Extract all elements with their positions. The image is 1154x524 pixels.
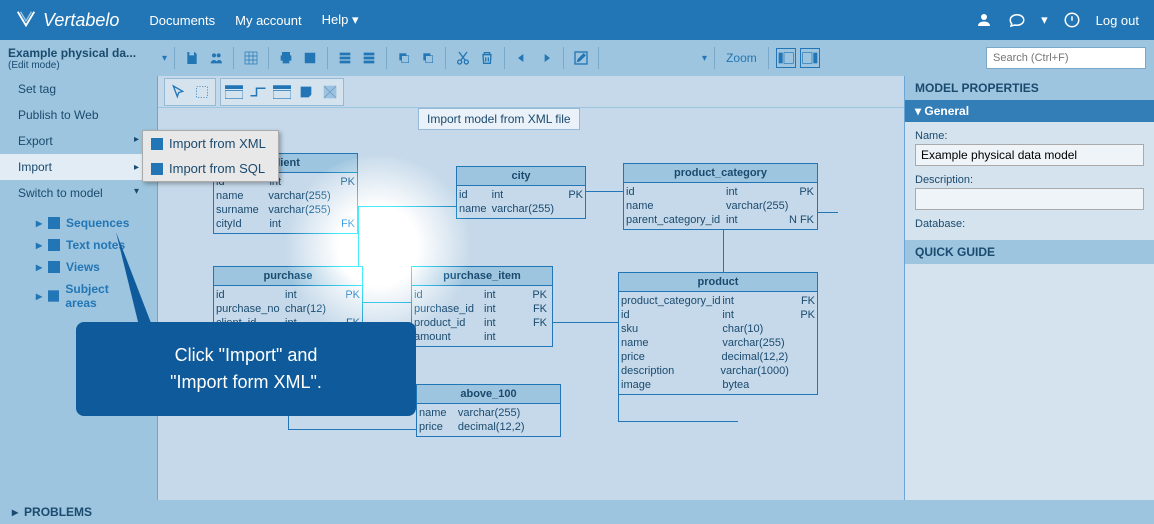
desc-label: Description: [915,174,1144,186]
menu-export[interactable]: Export▸ [0,128,157,154]
search-input[interactable] [986,47,1146,69]
align2-icon[interactable] [630,48,650,68]
pointer-icon[interactable] [167,81,189,103]
logout-icon[interactable] [1063,11,1081,29]
menu-switch[interactable]: Switch to model▾ [0,180,157,206]
logo[interactable]: Vertabelo [15,9,119,31]
desc-input[interactable] [915,188,1144,210]
menu-publish[interactable]: Publish to Web [0,102,157,128]
user-icon[interactable] [975,11,993,29]
undo-icon[interactable] [512,48,532,68]
delete-icon[interactable] [477,48,497,68]
entity-city[interactable]: city idintPKnamevarchar(255) [456,166,586,219]
db-label: Database: [915,218,1144,230]
entity-above100[interactable]: above_100 namevarchar(255)pricedecimal(1… [416,384,561,437]
tree-views[interactable]: ▸ Views [0,256,157,278]
grid-icon[interactable] [241,48,261,68]
entity-product[interactable]: product product_category_idintFKidintPKs… [618,272,818,395]
zoom-label: Zoom [726,51,757,65]
sql-icon[interactable] [335,48,355,68]
submenu-import-xml[interactable]: Import from XML [143,131,278,156]
share-icon[interactable] [206,48,226,68]
relation-icon[interactable] [247,81,269,103]
edit-icon[interactable] [571,48,591,68]
panel-header: MODEL PROPERTIES [905,76,1154,100]
table-icon[interactable] [223,81,245,103]
nav-documents[interactable]: Documents [149,13,215,28]
instruction-callout: Click "Import" and "Import form XML". [76,322,416,416]
problems-panel[interactable]: PROBLEMS [24,505,92,519]
menu-settag[interactable]: Set tag [0,76,157,102]
document-title: Example physical da... [8,46,158,60]
entity-productcategory[interactable]: product_category idintPKnamevarchar(255)… [623,163,818,230]
align3-icon[interactable] [654,48,674,68]
area-icon[interactable] [319,81,341,103]
view-icon[interactable] [271,81,293,103]
tree-sequences[interactable]: ▸ Sequences [0,212,157,234]
quickguide-header[interactable]: QUICK GUIDE [905,240,1154,264]
logout-link[interactable]: Log out [1096,13,1139,28]
export-icon[interactable] [300,48,320,68]
layout2-icon[interactable] [800,48,820,68]
document-mode: (Edit mode) [8,60,158,71]
import-submenu: Import from XML Import from SQL [142,130,279,182]
paste-icon[interactable] [418,48,438,68]
nav-help[interactable]: Help ▾ [322,12,359,28]
submenu-import-sql[interactable]: Import from SQL [143,156,278,181]
entity-purchaseitem[interactable]: purchase_item idintPKpurchase_idintFKpro… [411,266,553,347]
tooltip: Import model from XML file [418,108,580,130]
panel-section-general[interactable]: ▾ General [905,100,1154,122]
align1-icon[interactable] [606,48,626,68]
save-icon[interactable] [182,48,202,68]
print-icon[interactable] [276,48,296,68]
layout1-icon[interactable] [776,48,796,68]
name-input[interactable] [915,144,1144,166]
tree-textnotes[interactable]: ▸ Text notes [0,234,157,256]
cut-icon[interactable] [453,48,473,68]
sql2-icon[interactable] [359,48,379,68]
copy-icon[interactable] [394,48,414,68]
menu-import[interactable]: Import▸ [0,154,157,180]
chat-icon[interactable] [1008,11,1026,29]
nav-myaccount[interactable]: My account [235,13,301,28]
note-icon[interactable] [295,81,317,103]
select-icon[interactable] [191,81,213,103]
align4-icon[interactable] [678,48,698,68]
name-label: Name: [915,130,1144,142]
redo-icon[interactable] [536,48,556,68]
